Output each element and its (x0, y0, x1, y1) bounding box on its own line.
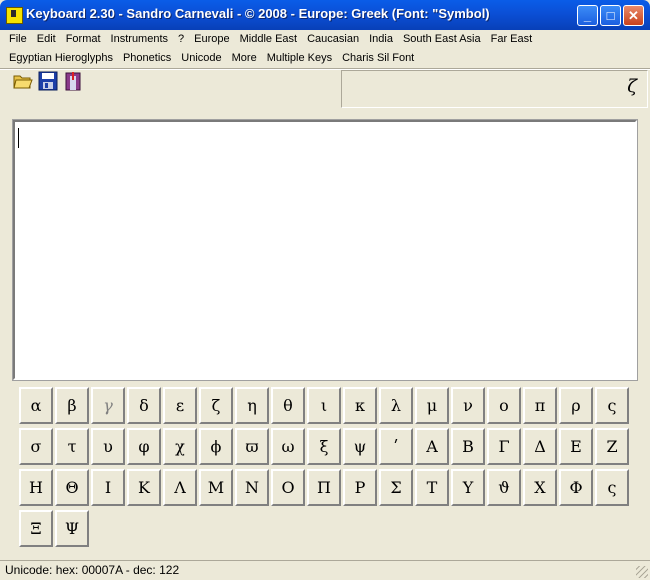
key-button[interactable]: α (19, 387, 53, 424)
menu-item-phonetics[interactable]: Phonetics (118, 50, 176, 66)
key-button[interactable]: τ (55, 428, 89, 465)
key-button[interactable]: Τ (415, 469, 449, 506)
key-button[interactable]: π (523, 387, 557, 424)
key-button[interactable]: Δ (523, 428, 557, 465)
key-button[interactable]: Ν (235, 469, 269, 506)
minimize-button[interactable]: _ (577, 5, 598, 26)
key-button[interactable]: χ (163, 428, 197, 465)
key-button[interactable]: ϕ (199, 428, 233, 465)
key-button[interactable]: δ (127, 387, 161, 424)
key-button[interactable]: ʹ (379, 428, 413, 465)
key-button[interactable]: ν (451, 387, 485, 424)
key-button[interactable]: ρ (559, 387, 593, 424)
key-button[interactable]: Ζ (595, 428, 629, 465)
key-button[interactable]: Κ (127, 469, 161, 506)
key-button[interactable]: σ (19, 428, 53, 465)
key-button[interactable]: Μ (199, 469, 233, 506)
key-button[interactable]: γ (91, 387, 125, 424)
menu-item-middle-east[interactable]: Middle East (235, 31, 302, 47)
menu-row-1: File Edit Format Instruments? Europe Middle E… (4, 31, 537, 49)
text-editor[interactable] (12, 119, 638, 381)
key-button[interactable]: θ (271, 387, 305, 424)
maximize-button[interactable]: □ (600, 5, 621, 26)
key-button[interactable]: ξ (307, 428, 341, 465)
key-button[interactable]: Ρ (343, 469, 377, 506)
menu-item-multiple-keys[interactable]: Multiple Keys (262, 50, 337, 66)
key-button[interactable]: ς (595, 469, 629, 506)
key-button[interactable]: Ι (91, 469, 125, 506)
resize-grip-icon[interactable] (636, 566, 648, 578)
menu-item-europe[interactable]: Europe (189, 31, 234, 47)
menu-item-charis-sil-font[interactable]: Charis Sil Font (337, 50, 419, 66)
key-button[interactable]: Ε (559, 428, 593, 465)
menu-item-unicode[interactable]: Unicode (176, 50, 226, 66)
save-disk-icon[interactable] (37, 70, 59, 92)
key-button[interactable]: λ (379, 387, 413, 424)
menu-item-format[interactable]: Format (61, 31, 106, 47)
open-folder-icon[interactable] (12, 70, 34, 92)
exit-door-icon[interactable] (62, 70, 84, 92)
menu-item-india[interactable]: India (364, 31, 398, 47)
key-button[interactable]: ι (307, 387, 341, 424)
menu-item-help[interactable]: ? (173, 31, 189, 47)
key-button[interactable]: Π (307, 469, 341, 506)
key-button[interactable]: Λ (163, 469, 197, 506)
menu-item-south-east-asia[interactable]: South East Asia (398, 31, 486, 47)
text-caret (18, 128, 19, 148)
key-button[interactable]: φ (127, 428, 161, 465)
key-button[interactable]: Υ (451, 469, 485, 506)
key-button[interactable]: Η (19, 469, 53, 506)
key-button[interactable]: ς (595, 387, 629, 424)
key-button[interactable]: ω (271, 428, 305, 465)
key-button[interactable]: ε (163, 387, 197, 424)
key-button[interactable]: η (235, 387, 269, 424)
key-button[interactable]: κ (343, 387, 377, 424)
close-button[interactable]: ✕ (623, 5, 644, 26)
title-bar: Keyboard 2.30 - Sandro Carnevali - © 200… (0, 0, 650, 30)
key-button[interactable]: Χ (523, 469, 557, 506)
key-button[interactable]: Θ (55, 469, 89, 506)
menu-item-instruments[interactable]: Instruments (106, 31, 173, 47)
preview-char: ζ (627, 76, 637, 97)
keyboard-app-icon (6, 7, 23, 24)
menu-row-2: Egyptian Hieroglyphs Phonetics Unicode More… (4, 50, 419, 68)
status-bar: Unicode: hex: 00007A - dec: 122 (0, 560, 650, 580)
menu-item-edit[interactable]: Edit (32, 31, 61, 47)
window-title: Keyboard 2.30 - Sandro Carnevali - © 200… (26, 6, 490, 21)
menu-item-file[interactable]: File (4, 31, 32, 47)
key-button[interactable]: Ξ (19, 510, 53, 547)
key-button[interactable]: ϑ (487, 469, 521, 506)
key-button[interactable]: Ψ (55, 510, 89, 547)
menu-item-far-east[interactable]: Far East (486, 31, 538, 47)
key-button[interactable]: Β (451, 428, 485, 465)
key-button[interactable]: υ (91, 428, 125, 465)
key-button[interactable]: Σ (379, 469, 413, 506)
key-button[interactable]: Α (415, 428, 449, 465)
status-text: Unicode: hex: 00007A - dec: 122 (5, 563, 180, 577)
key-button[interactable]: ο (487, 387, 521, 424)
key-button[interactable]: ψ (343, 428, 377, 465)
key-button[interactable]: Ο (271, 469, 305, 506)
menu-item-egyptian-hieroglyphs[interactable]: Egyptian Hieroglyphs (4, 50, 118, 66)
menu-item-caucasian[interactable]: Caucasian (302, 31, 364, 47)
key-button[interactable]: ϖ (235, 428, 269, 465)
key-button[interactable]: β (55, 387, 89, 424)
menu-item-more[interactable]: More (227, 50, 262, 66)
character-preview: ζ (341, 70, 648, 108)
key-button[interactable]: μ (415, 387, 449, 424)
key-button[interactable]: ζ (199, 387, 233, 424)
key-button[interactable]: Γ (487, 428, 521, 465)
key-button[interactable]: Φ (559, 469, 593, 506)
